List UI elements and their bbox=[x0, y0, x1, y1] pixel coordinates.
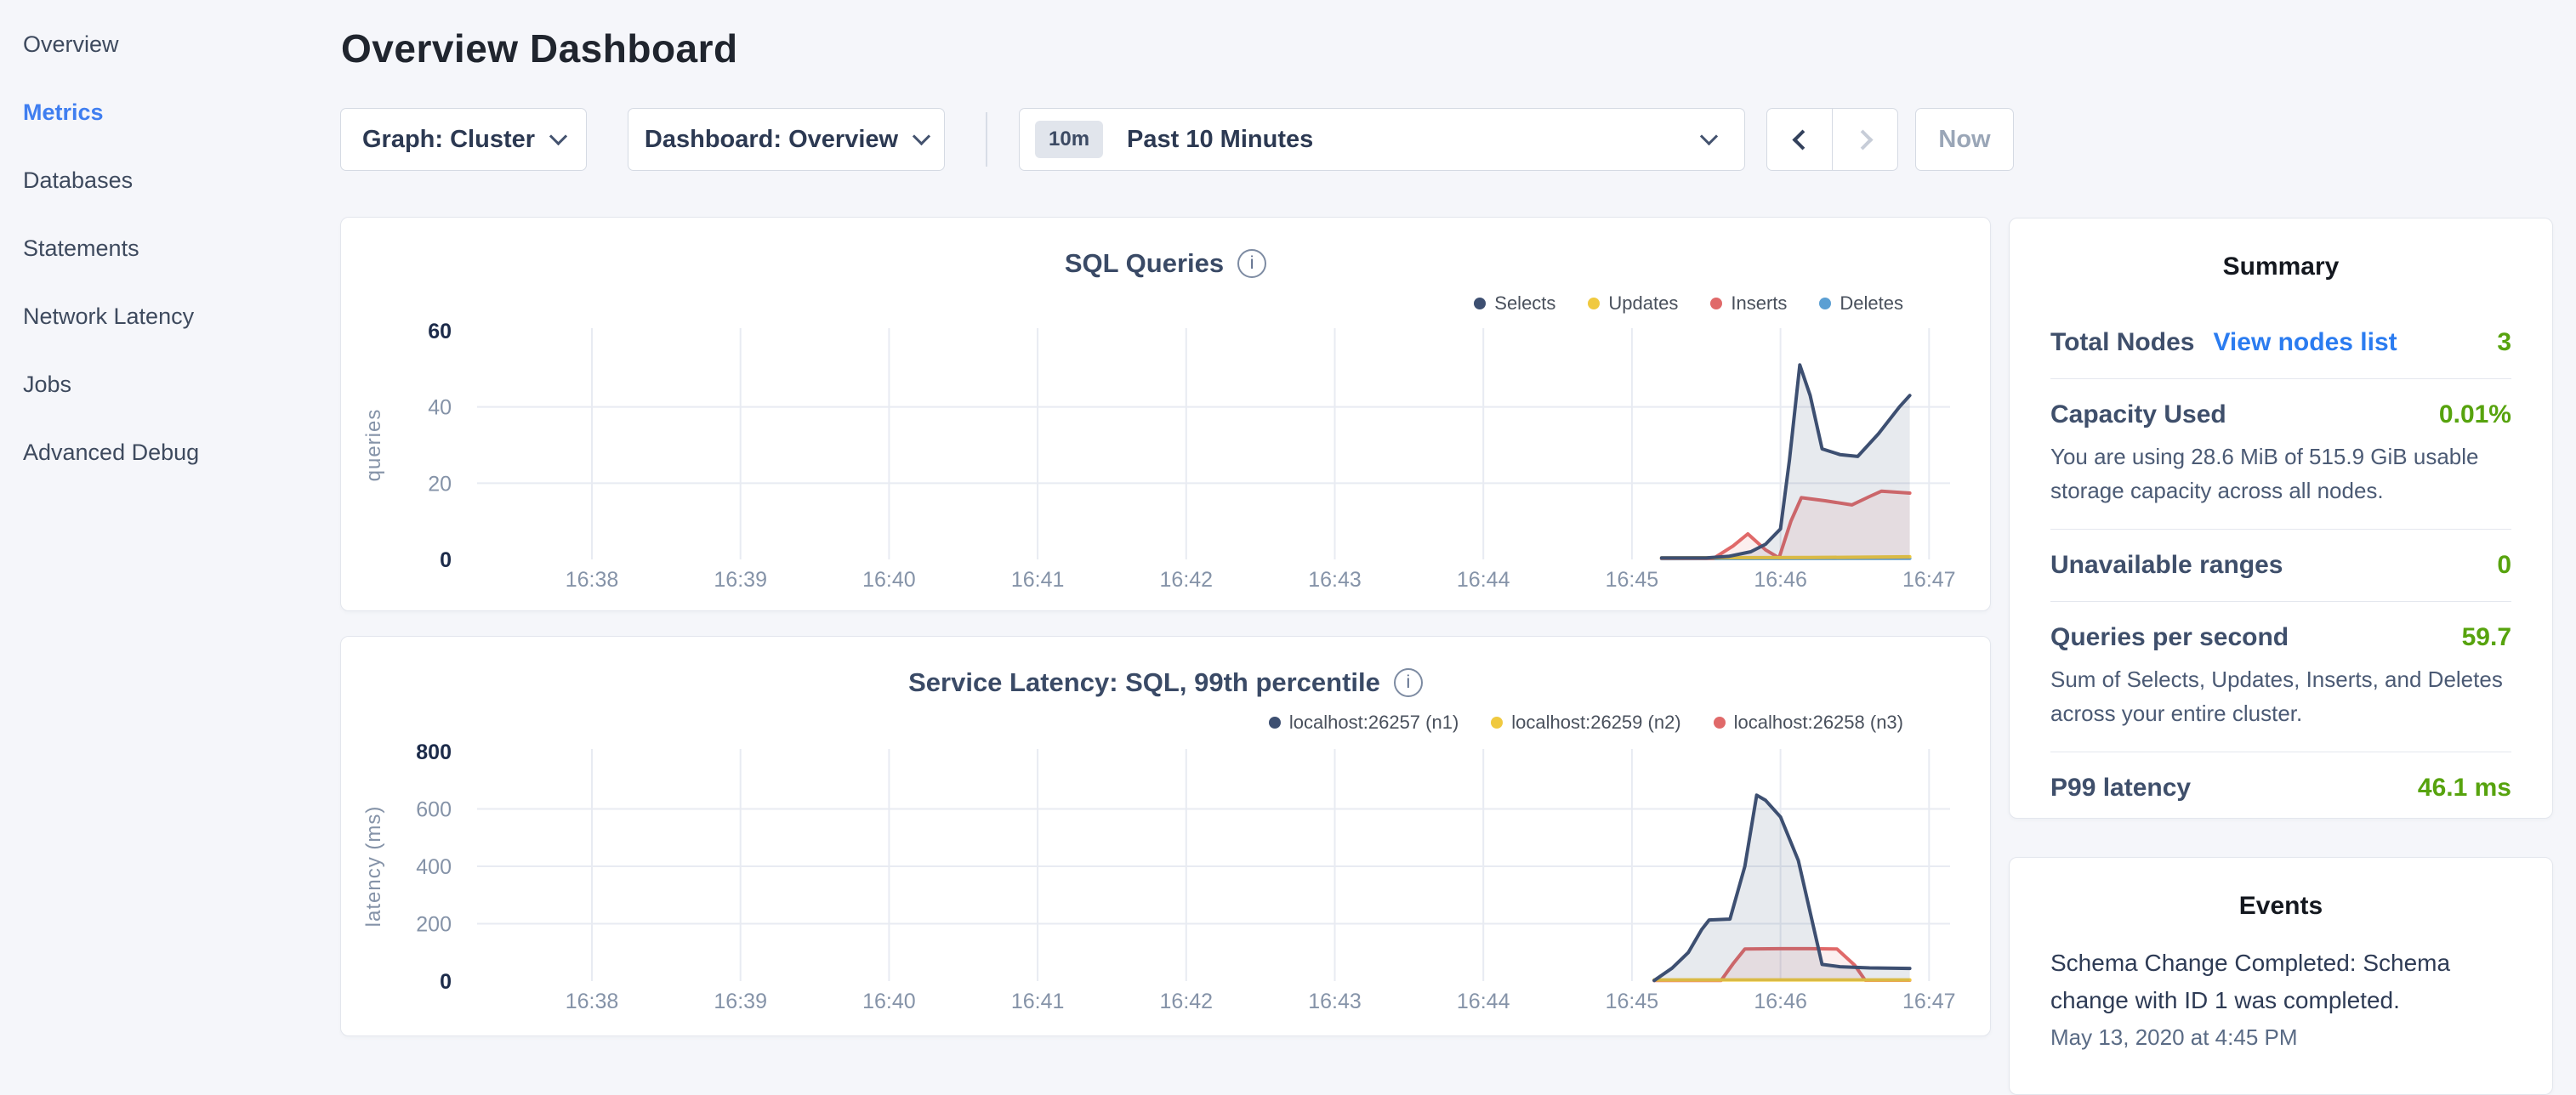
sidebar-item-metrics[interactable]: Metrics bbox=[23, 78, 340, 146]
time-range-badge: 10m bbox=[1035, 121, 1103, 158]
time-range-label: Past 10 Minutes bbox=[1127, 126, 1703, 154]
summary-row-label: P99 latency bbox=[2050, 774, 2191, 803]
chevron-down-icon bbox=[549, 127, 567, 145]
svg-text:0: 0 bbox=[440, 970, 452, 994]
summary-row: Capacity Used 0.01% You are using 28.6 MiB… bbox=[2050, 379, 2511, 529]
sidebar-item-overview[interactable]: Overview bbox=[23, 10, 340, 78]
sql-queries-card: SQL Queries i SelectsUpdatesInsertsDelet… bbox=[340, 217, 1991, 611]
summary-row-value: 59.7 bbox=[2462, 623, 2511, 652]
events-panel: Events Schema Change Completed: Schema c… bbox=[2009, 857, 2553, 1095]
svg-text:16:44: 16:44 bbox=[1457, 568, 1510, 592]
dashboard-dropdown[interactable]: Dashboard: Overview bbox=[628, 108, 945, 171]
now-button[interactable]: Now bbox=[1915, 108, 2014, 171]
summary-row-value: 46.1 ms bbox=[2418, 774, 2511, 803]
sidebar-item-network-latency[interactable]: Network Latency bbox=[23, 282, 340, 350]
time-next-button[interactable] bbox=[1832, 109, 1897, 170]
summary-row-value: 0 bbox=[2497, 551, 2511, 580]
chevron-down-icon bbox=[913, 127, 930, 145]
svg-text:16:39: 16:39 bbox=[714, 990, 767, 1013]
svg-text:600: 600 bbox=[416, 798, 452, 822]
summary-rows: Total Nodes View nodes list 3 Capacity Used… bbox=[2050, 307, 2511, 824]
svg-text:16:43: 16:43 bbox=[1308, 990, 1362, 1013]
sidebar: OverviewMetricsDatabasesStatementsNetwor… bbox=[0, 0, 340, 1051]
svg-text:0: 0 bbox=[440, 548, 452, 572]
graph-dropdown[interactable]: Graph: Cluster bbox=[340, 108, 587, 171]
svg-text:60: 60 bbox=[428, 320, 452, 343]
summary-row: Unavailable ranges 0 bbox=[2050, 530, 2511, 601]
event-item[interactable]: Schema Change Completed: Schema change w… bbox=[2050, 945, 2511, 1051]
svg-text:40: 40 bbox=[428, 396, 452, 420]
summary-row: Queries per second 59.7 Sum of Selects, Up… bbox=[2050, 602, 2511, 752]
time-prev-button[interactable] bbox=[1767, 109, 1832, 170]
chevron-down-icon bbox=[1700, 127, 1718, 145]
summary-row-description: Sum of Selects, Updates, Inserts, and De… bbox=[2050, 662, 2511, 730]
controls-divider bbox=[986, 112, 987, 167]
svg-text:16:40: 16:40 bbox=[862, 568, 916, 592]
summary-row-value: 0.01% bbox=[2439, 400, 2511, 429]
event-timestamp: May 13, 2020 at 4:45 PM bbox=[2050, 1024, 2511, 1051]
summary-row-label: Capacity Used bbox=[2050, 400, 2226, 429]
svg-text:400: 400 bbox=[416, 855, 452, 879]
svg-text:latency (ms): latency (ms) bbox=[362, 806, 385, 928]
sidebar-item-jobs[interactable]: Jobs bbox=[23, 350, 340, 418]
svg-text:16:39: 16:39 bbox=[714, 568, 767, 592]
svg-text:16:38: 16:38 bbox=[566, 568, 619, 592]
chevron-left-icon bbox=[1792, 129, 1812, 150]
summary-row-label: Unavailable ranges bbox=[2050, 551, 2283, 580]
service-latency-card: Service Latency: SQL, 99th percentile i … bbox=[340, 636, 1991, 1036]
svg-text:16:45: 16:45 bbox=[1606, 568, 1659, 592]
sidebar-item-statements[interactable]: Statements bbox=[23, 214, 340, 282]
svg-text:20: 20 bbox=[428, 472, 452, 496]
sidebar-item-databases[interactable]: Databases bbox=[23, 146, 340, 214]
svg-text:16:47: 16:47 bbox=[1902, 568, 1956, 592]
summary-panel: Summary Total Nodes View nodes list 3 Capac… bbox=[2009, 218, 2553, 819]
page-title: Overview Dashboard bbox=[341, 26, 738, 71]
summary-row-label: Total Nodes bbox=[2050, 328, 2194, 357]
svg-text:16:42: 16:42 bbox=[1160, 568, 1214, 592]
svg-text:16:45: 16:45 bbox=[1606, 990, 1659, 1013]
dashboard-dropdown-label: Dashboard: Overview bbox=[645, 126, 898, 154]
summary-row-value: 3 bbox=[2497, 328, 2511, 357]
svg-text:16:40: 16:40 bbox=[862, 990, 916, 1013]
sidebar-item-advanced-debug[interactable]: Advanced Debug bbox=[23, 418, 340, 486]
summary-row-description: You are using 28.6 MiB of 515.9 GiB usab… bbox=[2050, 440, 2511, 508]
svg-text:16:44: 16:44 bbox=[1457, 990, 1510, 1013]
svg-text:16:47: 16:47 bbox=[1902, 990, 1956, 1013]
events-title: Events bbox=[2050, 892, 2511, 921]
svg-text:16:46: 16:46 bbox=[1754, 990, 1807, 1013]
summary-title: Summary bbox=[2050, 252, 2511, 281]
events-list: Schema Change Completed: Schema change w… bbox=[2050, 945, 2511, 1051]
svg-text:queries: queries bbox=[362, 409, 385, 482]
event-text: Schema Change Completed: Schema change w… bbox=[2050, 945, 2511, 1019]
summary-row-label: Queries per second bbox=[2050, 623, 2289, 652]
svg-text:800: 800 bbox=[416, 740, 452, 764]
graph-dropdown-label: Graph: Cluster bbox=[362, 126, 535, 154]
svg-text:200: 200 bbox=[416, 913, 452, 937]
summary-row: P99 latency 46.1 ms bbox=[2050, 752, 2511, 824]
chevron-right-icon bbox=[1852, 129, 1873, 150]
svg-text:16:46: 16:46 bbox=[1754, 568, 1807, 592]
svg-text:16:41: 16:41 bbox=[1011, 568, 1065, 592]
svg-text:16:38: 16:38 bbox=[566, 990, 619, 1013]
time-step-group bbox=[1766, 108, 1898, 171]
svg-text:16:43: 16:43 bbox=[1308, 568, 1362, 592]
summary-row: Total Nodes View nodes list 3 bbox=[2050, 307, 2511, 378]
svg-text:16:41: 16:41 bbox=[1011, 990, 1065, 1013]
time-range-dropdown[interactable]: 10m Past 10 Minutes bbox=[1019, 108, 1745, 171]
view-nodes-link[interactable]: View nodes list bbox=[2213, 328, 2397, 357]
svg-text:16:42: 16:42 bbox=[1160, 990, 1214, 1013]
